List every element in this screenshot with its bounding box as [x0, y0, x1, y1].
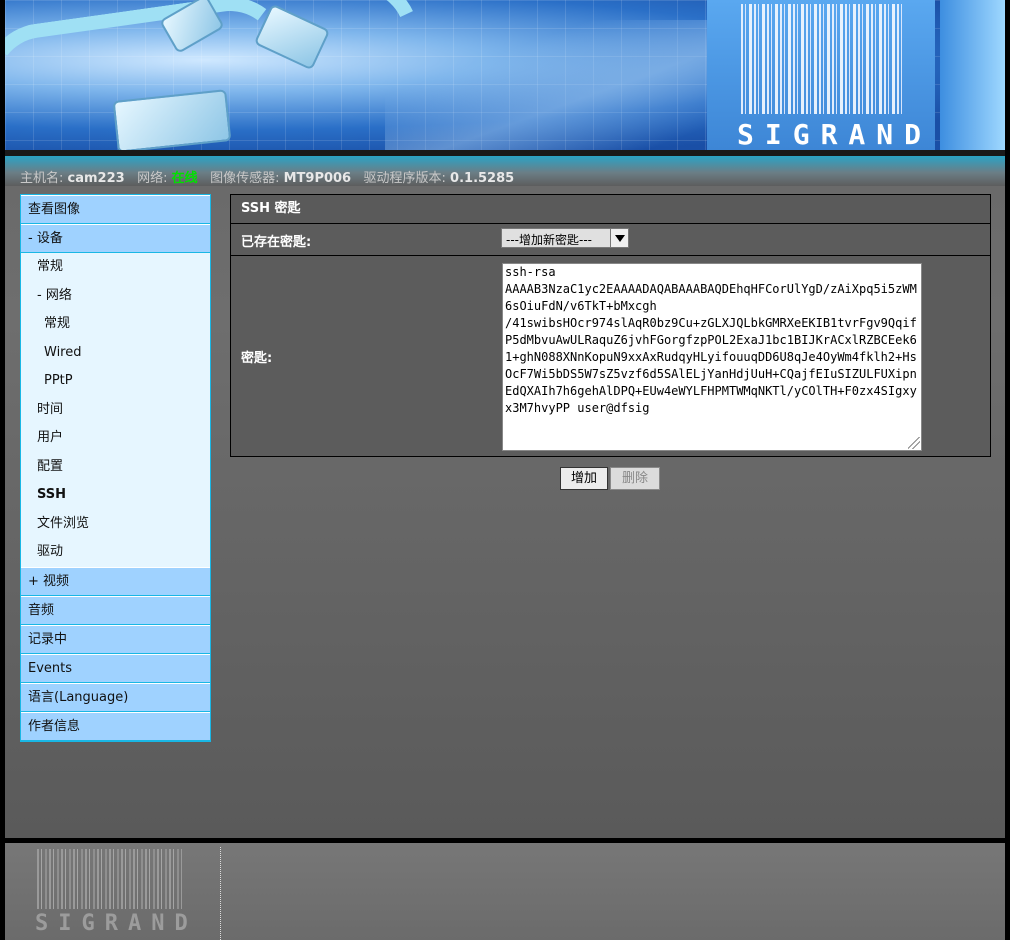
sidebar-item-network[interactable]: - 网络	[21, 281, 210, 310]
brand-logo: SIGRAND	[707, 0, 935, 150]
key-textarea[interactable]: ssh-rsa AAAAB3NzaC1yc2EAAAADAQABAAABAQDE…	[502, 263, 922, 451]
sidebar-item-config[interactable]: 配置	[21, 452, 210, 481]
existing-key-row: 已存在密匙: ---增加新密匙---	[231, 224, 990, 256]
footer-barcode-graphic	[37, 849, 182, 909]
sidebar-item-events[interactable]: Events	[21, 653, 210, 683]
sidebar-item-view-image[interactable]: 查看图像	[21, 195, 210, 224]
chevron-down-icon[interactable]	[610, 229, 628, 247]
hostname-value: cam223	[67, 171, 125, 186]
key-row: 密匙: ssh-rsa AAAAB3NzaC1yc2EAAAADAQABAAAB…	[231, 256, 990, 456]
sidebar-item-time[interactable]: 时间	[21, 395, 210, 424]
sidebar-nav: 查看图像 - 设备 常规 - 网络 常规 Wired PPtP 时间 用户 配置…	[20, 194, 211, 742]
sidebar-item-about[interactable]: 作者信息	[21, 711, 210, 741]
ssh-key-panel: SSH 密匙 已存在密匙: ---增加新密匙--- 密匙: ssh-rsa AA…	[230, 194, 991, 457]
sidebar-item-users[interactable]: 用户	[21, 424, 210, 453]
header-banner: SIGRAND	[5, 0, 1005, 150]
banner-chart-graphic	[385, 20, 715, 150]
sidebar-item-language[interactable]: 语言(Language)	[21, 682, 210, 712]
sidebar-item-video[interactable]: + 视频	[21, 566, 210, 596]
hostname-label: 主机名:	[20, 171, 64, 186]
driver-version-label: 驱动程序版本:	[363, 171, 446, 186]
status-text: 主机名: cam223 网络: 在线 图像传感器: MT9P006 驱动程序版本…	[20, 167, 514, 186]
panel-title: SSH 密匙	[231, 195, 990, 224]
delete-button[interactable]: 删除	[610, 467, 660, 490]
sensor-value: MT9P006	[283, 171, 352, 186]
sidebar-item-network-wired[interactable]: Wired	[21, 338, 210, 367]
add-button[interactable]: 增加	[560, 467, 608, 490]
sidebar-item-drivers[interactable]: 驱动	[21, 538, 210, 567]
status-bar: 主机名: cam223 网络: 在线 图像传感器: MT9P006 驱动程序版本…	[5, 156, 1005, 186]
network-status-value: 在线	[171, 171, 198, 186]
footer-logo-text: SIGRAND	[35, 911, 198, 936]
banner-edge	[940, 0, 1005, 150]
sidebar-item-audio[interactable]: 音频	[21, 595, 210, 625]
page-frame: SIGRAND 主机名: cam223 网络: 在线 图像传感器: MT9P00…	[5, 0, 1005, 940]
brand-logo-text: SIGRAND	[737, 118, 933, 150]
footer-divider	[220, 847, 221, 940]
sidebar-item-ssh[interactable]: SSH	[21, 481, 210, 510]
footer: SIGRAND	[5, 843, 1005, 940]
sidebar-item-network-pptp[interactable]: PPtP	[21, 367, 210, 396]
barcode-graphic	[741, 4, 905, 114]
network-label: 网络:	[137, 171, 168, 186]
sidebar-item-device[interactable]: - 设备	[21, 224, 210, 253]
driver-version-value: 0.1.5285	[450, 171, 515, 186]
key-label: 密匙:	[241, 351, 273, 366]
sensor-label: 图像传感器:	[210, 171, 280, 186]
sidebar-item-network-general[interactable]: 常规	[21, 310, 210, 339]
existing-key-selected-value: ---增加新密匙---	[506, 233, 592, 247]
sidebar-item-general[interactable]: 常规	[21, 253, 210, 282]
resize-handle-icon[interactable]	[908, 437, 920, 449]
existing-key-label: 已存在密匙:	[241, 235, 312, 250]
sidebar-item-file-browse[interactable]: 文件浏览	[21, 509, 210, 538]
existing-key-select[interactable]: ---增加新密匙---	[501, 228, 629, 248]
sidebar-item-recording[interactable]: 记录中	[21, 624, 210, 654]
network-plug-icon	[112, 89, 232, 150]
